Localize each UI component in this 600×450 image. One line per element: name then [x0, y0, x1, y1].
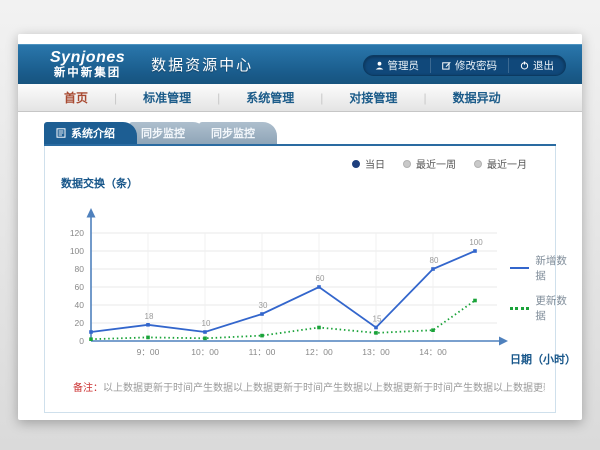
y-tick-label: 40 — [75, 300, 85, 310]
user-icon — [375, 61, 384, 70]
data-point — [203, 330, 207, 334]
chart-legend: 新增数据 更新数据 — [510, 253, 576, 323]
data-point — [203, 337, 207, 341]
footnote-text: 以上数据更新于时间产生数据以上数据更新于时间产生数据以上数据更新于时间产生数据以… — [103, 383, 545, 394]
footnote-label: 备注： — [73, 383, 103, 394]
data-point — [89, 337, 93, 341]
data-point — [473, 249, 477, 253]
x-tick-label: 12：00 — [305, 347, 333, 357]
data-point — [374, 326, 378, 330]
nav-item-system-mgmt[interactable]: 系统管理 — [220, 89, 320, 106]
range-option-today[interactable]: 当日 — [352, 156, 385, 171]
data-point — [431, 328, 435, 332]
point-label: 18 — [145, 312, 154, 321]
logo-title: Synjones — [50, 50, 125, 67]
user-button[interactable]: 管理员 — [364, 58, 431, 73]
legend-item-updated-data[interactable]: 更新数据 — [510, 293, 576, 323]
x-tick-label: 14：00 — [419, 347, 447, 357]
x-tick-label: 10：00 — [191, 347, 219, 357]
nav-item-data-change[interactable]: 数据异动 — [427, 89, 527, 106]
point-label: 60 — [316, 274, 325, 283]
y-tick-label: 0 — [79, 336, 84, 346]
radio-icon — [403, 160, 411, 168]
point-label: 10 — [202, 319, 211, 328]
radio-selected-icon — [352, 160, 360, 168]
tab-system-intro[interactable]: 系统介绍 — [44, 122, 137, 144]
range-option-label: 当日 — [365, 156, 385, 171]
content-area: 系统介绍 同步监控 同步监控 当日 最近一周 — [18, 112, 582, 413]
range-option-label: 最近一月 — [487, 156, 527, 171]
point-label: 15 — [373, 315, 382, 324]
x-tick-label: 9：00 — [137, 347, 160, 357]
range-option-label: 最近一周 — [416, 156, 456, 171]
range-option-last-month[interactable]: 最近一月 — [474, 156, 527, 171]
legend-label: 新增数据 — [535, 253, 576, 283]
x-tick-label: 13：00 — [362, 347, 390, 357]
window-top-strip — [18, 34, 582, 44]
point-label: 100 — [469, 238, 483, 247]
tab-label: 系统介绍 — [71, 125, 115, 141]
company-logo: Synjones 新中新集团 — [50, 50, 125, 79]
logout-button[interactable]: 退出 — [508, 58, 565, 73]
logo-subtitle: 新中新集团 — [54, 67, 122, 79]
data-point — [431, 267, 435, 271]
data-point — [146, 323, 150, 327]
chart-right-column: 新增数据 更新数据 日期（小时） — [510, 191, 576, 369]
data-point — [146, 336, 150, 340]
y-tick-label: 80 — [75, 264, 85, 274]
green-dotted-line-icon — [510, 307, 529, 310]
legend-label: 更新数据 — [535, 293, 576, 323]
tab-label: 同步监控 — [141, 125, 185, 141]
tab-label: 同步监控 — [211, 125, 255, 141]
data-point — [89, 330, 93, 334]
nav-item-interface-mgmt[interactable]: 对接管理 — [323, 89, 423, 106]
x-tick-label: 11：00 — [249, 347, 276, 357]
chart-row: 0 20 40 60 80 100 120 9：00 10：00 11：00 12：00 13：00 1… — [55, 191, 545, 369]
data-point — [317, 285, 321, 289]
x-axis-title: 日期（小时） — [510, 351, 576, 367]
data-point — [473, 299, 477, 303]
user-label: 管理员 — [388, 58, 420, 73]
data-point — [374, 331, 378, 335]
point-label: 30 — [259, 301, 268, 310]
change-password-button[interactable]: 修改密码 — [430, 58, 508, 73]
user-menu: 管理员 修改密码 退出 — [363, 55, 567, 76]
power-icon — [520, 61, 529, 70]
nav-item-home[interactable]: 首页 — [38, 89, 114, 106]
blue-line-icon — [510, 267, 529, 269]
range-filter: 当日 最近一周 最近一月 — [55, 152, 545, 173]
data-point — [260, 312, 264, 316]
data-point — [260, 334, 264, 338]
logout-label: 退出 — [533, 58, 554, 73]
change-password-label: 修改密码 — [455, 58, 497, 73]
tab-strip: 系统介绍 同步监控 同步监控 — [44, 122, 556, 146]
y-axis-arrow-icon — [87, 208, 96, 218]
y-axis-title: 数据交换（条） — [61, 175, 545, 191]
footnote: 备注：以上数据更新于时间产生数据以上数据更新于时间产生数据以上数据更新于时间产生… — [73, 379, 545, 394]
tab-sync-monitor-1[interactable]: 同步监控 — [129, 122, 207, 144]
main-nav: 首页| 标准管理| 系统管理| 对接管理| 数据异动 — [18, 84, 582, 112]
range-option-last-week[interactable]: 最近一周 — [403, 156, 456, 171]
page-title: 数据资源中心 — [151, 54, 253, 75]
app-header: Synjones 新中新集团 数据资源中心 管理员 修改密码 退出 — [18, 44, 582, 84]
y-tick-label: 60 — [75, 282, 85, 292]
chart-panel: 当日 最近一周 最近一月 数据交换（条） 0 20 40 60 80 100 120 9：00… — [44, 146, 556, 413]
nav-item-standard-mgmt[interactable]: 标准管理 — [117, 89, 217, 106]
tab-sync-monitor-2[interactable]: 同步监控 — [199, 122, 277, 144]
radio-icon — [474, 160, 482, 168]
app-window: Synjones 新中新集团 数据资源中心 管理员 修改密码 退出 首页| 标准… — [18, 34, 582, 420]
point-label: 80 — [430, 256, 439, 265]
data-point — [317, 326, 321, 330]
edit-icon — [442, 61, 451, 70]
y-tick-label: 20 — [75, 318, 85, 328]
document-icon — [56, 128, 66, 138]
x-axis-arrow-icon — [499, 337, 508, 346]
y-tick-label: 120 — [70, 228, 84, 238]
legend-item-new-data[interactable]: 新增数据 — [510, 253, 576, 283]
y-tick-label: 100 — [70, 246, 84, 256]
line-chart: 0 20 40 60 80 100 120 9：00 10：00 11：00 12：00 13：00 1… — [55, 191, 510, 369]
